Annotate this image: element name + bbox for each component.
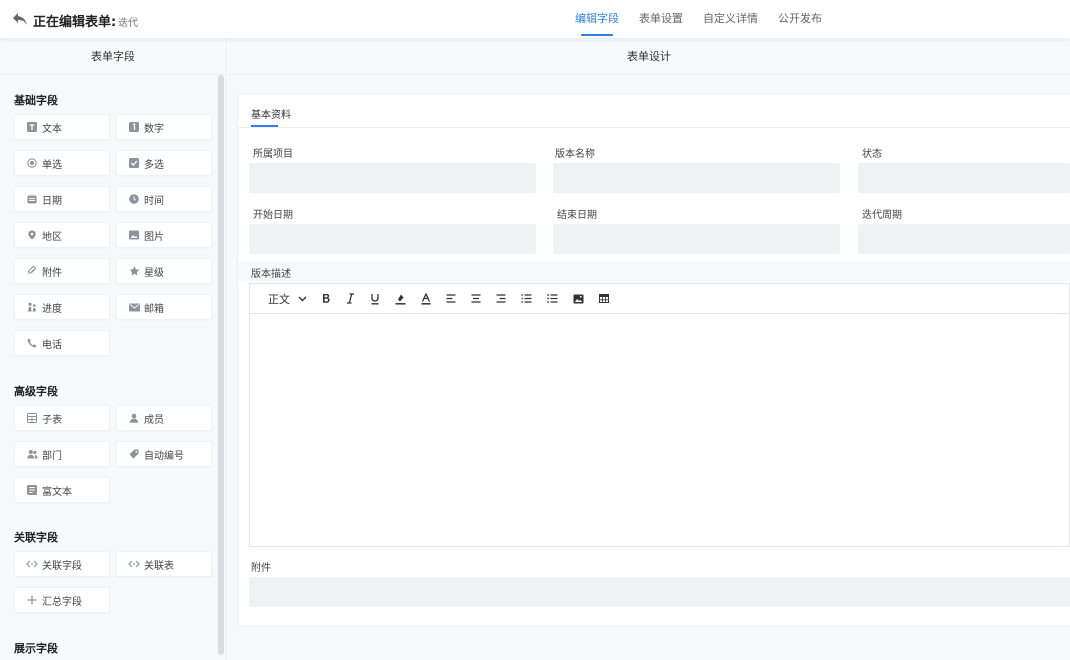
star-icon <box>128 265 140 277</box>
text-icon <box>26 121 38 133</box>
table-icon <box>26 412 38 424</box>
mail-icon <box>128 301 140 313</box>
chevron-down-icon[interactable] <box>298 296 307 302</box>
field-star[interactable]: 星级 <box>116 258 212 284</box>
checkbox-icon <box>128 157 140 169</box>
label-description: 版本描述 <box>251 269 291 280</box>
field-time[interactable]: 时间 <box>116 186 212 212</box>
field-relation-field[interactable]: 关联字段 <box>14 551 110 577</box>
main-tabs: 编辑字段 表单设置 自定义详情 公开发布 <box>575 0 842 38</box>
label-start-date: 开始日期 <box>253 210 293 221</box>
field-palette-title: 表单字段 <box>0 38 226 75</box>
paperclip-icon <box>26 265 38 277</box>
tab-basic-info[interactable]: 基本资料 <box>251 106 291 121</box>
underline-icon[interactable] <box>370 293 380 305</box>
input-version-name[interactable] <box>553 163 840 193</box>
label-cycle: 迭代周期 <box>862 210 902 221</box>
ordered-list-icon[interactable] <box>521 294 532 303</box>
form-name: 迭代 <box>118 18 138 29</box>
user-icon <box>128 412 140 424</box>
field-auto-number[interactable]: 自动编号 <box>116 441 212 467</box>
description-row <box>238 261 1070 281</box>
group-icon <box>26 448 38 460</box>
field-checkbox[interactable]: 多选 <box>116 150 212 176</box>
input-start-date[interactable] <box>249 224 536 254</box>
field-image[interactable]: 图片 <box>116 222 212 248</box>
progress-icon <box>26 301 38 313</box>
number-icon <box>128 121 140 133</box>
field-email[interactable]: 邮箱 <box>116 294 212 320</box>
tab-edit-fields[interactable]: 编辑字段 <box>575 0 619 38</box>
bullet-list-icon[interactable] <box>547 294 558 303</box>
page-title: 正在编辑表单: <box>33 15 117 30</box>
insert-image-icon[interactable] <box>573 294 584 304</box>
section-display-title: 展示字段 <box>14 642 58 655</box>
align-left-icon[interactable] <box>446 294 456 303</box>
field-progress[interactable]: 进度 <box>14 294 110 320</box>
italic-icon[interactable] <box>346 293 355 304</box>
field-rich-text[interactable]: 富文本 <box>14 477 110 503</box>
section-relation-title: 关联字段 <box>14 531 58 544</box>
paragraph-select[interactable]: 正文 <box>268 291 290 307</box>
label-status: 状态 <box>862 149 882 160</box>
location-icon <box>26 229 38 241</box>
palette-scrollbar[interactable] <box>218 75 224 655</box>
plus-icon <box>26 594 38 606</box>
tag-icon <box>128 448 140 460</box>
rich-text-editor[interactable]: 正文 <box>249 283 1070 547</box>
field-attachment[interactable]: 附件 <box>14 258 110 284</box>
field-relation-table[interactable]: 关联表 <box>116 551 212 577</box>
link-icon <box>26 558 38 570</box>
tab-public-publish[interactable]: 公开发布 <box>778 0 822 38</box>
top-bar: 正在编辑表单: 迭代 编辑字段 表单设置 自定义详情 公开发布 <box>0 0 1070 38</box>
section-advanced-title: 高级字段 <box>14 385 58 398</box>
field-number[interactable]: 数字 <box>116 114 212 140</box>
calendar-icon <box>26 193 38 205</box>
richtext-icon <box>26 484 38 496</box>
tab-custom-details[interactable]: 自定义详情 <box>703 0 758 38</box>
form-design-title: 表单设计 <box>228 38 1070 75</box>
radio-icon <box>26 157 38 169</box>
editor-toolbar: 正文 <box>250 284 1069 314</box>
link-icon <box>128 558 140 570</box>
clock-icon <box>128 193 140 205</box>
input-cycle[interactable] <box>858 224 1070 254</box>
field-date[interactable]: 日期 <box>14 186 110 212</box>
image-icon <box>128 229 140 241</box>
tab-divider <box>238 127 1070 128</box>
field-radio[interactable]: 单选 <box>14 150 110 176</box>
align-right-icon[interactable] <box>496 294 506 303</box>
field-phone[interactable]: 电话 <box>14 330 110 356</box>
field-region[interactable]: 地区 <box>14 222 110 248</box>
section-basic-title: 基础字段 <box>14 94 58 107</box>
back-arrow-icon[interactable] <box>12 12 28 26</box>
tab-form-settings[interactable]: 表单设置 <box>639 0 683 38</box>
input-project[interactable] <box>249 163 536 193</box>
label-end-date: 结束日期 <box>557 210 597 221</box>
bold-icon[interactable] <box>321 293 331 304</box>
label-attachment: 附件 <box>251 563 271 574</box>
input-status[interactable] <box>858 163 1070 193</box>
field-text[interactable]: 文本 <box>14 114 110 140</box>
input-end-date[interactable] <box>553 224 840 254</box>
field-subtable[interactable]: 子表 <box>14 405 110 431</box>
insert-table-icon[interactable] <box>599 294 609 303</box>
field-member[interactable]: 成员 <box>116 405 212 431</box>
input-attachment[interactable] <box>249 577 1070 607</box>
align-center-icon[interactable] <box>471 294 481 303</box>
highlight-icon[interactable] <box>395 293 406 305</box>
label-project: 所属项目 <box>253 149 293 160</box>
field-department[interactable]: 部门 <box>14 441 110 467</box>
label-version-name: 版本名称 <box>555 149 595 160</box>
phone-icon <box>26 337 38 349</box>
field-summary[interactable]: 汇总字段 <box>14 587 110 613</box>
font-color-icon[interactable] <box>421 292 431 305</box>
